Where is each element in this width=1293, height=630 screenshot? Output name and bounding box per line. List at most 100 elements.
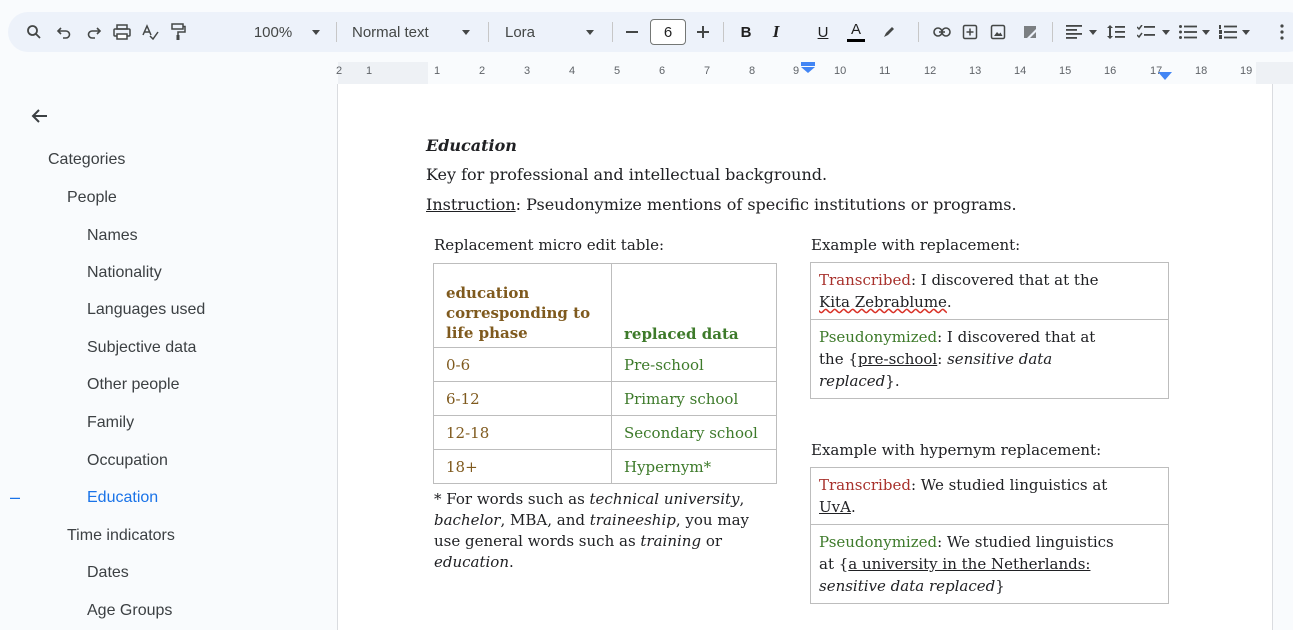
numbered-list-dropdown-icon[interactable] (1240, 12, 1252, 52)
search-icon (27, 25, 41, 39)
highlight-color-button[interactable] (878, 12, 900, 52)
toolbar-separator (336, 22, 337, 42)
back-button[interactable] (30, 106, 54, 130)
table-row: 0-6 Pre-school (433, 347, 777, 382)
table-cell: 0-6 (433, 347, 612, 382)
table-header-row: education corresponding to life phase re… (433, 263, 777, 348)
checklist-icon (1137, 25, 1155, 39)
ruler-number: 8 (749, 65, 756, 77)
line-spacing-icon (1107, 25, 1125, 39)
numbered-list-button[interactable] (1216, 12, 1240, 52)
clear-formatting-button[interactable] (1018, 12, 1042, 52)
ruler-number: 12 (924, 65, 937, 77)
bold-button[interactable]: B (735, 12, 757, 52)
undo-button[interactable] (52, 12, 76, 52)
outline-item-nationality[interactable]: Nationality (87, 264, 162, 282)
example2-pseudonymized: Pseudonymized: We studied linguistics at… (811, 524, 1168, 603)
outline-active-marker: – (10, 487, 21, 507)
insert-link-button[interactable] (930, 12, 954, 52)
ruler-margin-right (1256, 62, 1293, 84)
ruler-number: 9 (793, 65, 800, 77)
ruler-number: 4 (569, 65, 576, 77)
table-row: 6-12 Primary school (433, 381, 777, 416)
search-menus-button[interactable] (22, 12, 46, 52)
footnote-line: bachelor, MBA, and traineeship, you may (434, 511, 749, 529)
underline-button[interactable]: U (812, 12, 834, 52)
outline-item-education[interactable]: Education (87, 489, 158, 507)
outline-item-family[interactable]: Family (87, 414, 134, 432)
example1-name: Kita Zebrablume (819, 293, 947, 311)
link-icon (933, 27, 951, 37)
toolbar: 100% Normal text Lora 6 B I U A (0, 12, 1293, 52)
example2-transcribed: Transcribed: We studied linguistics at U… (819, 476, 1108, 516)
text-color-swatch (847, 39, 865, 42)
style-dropdown-icon[interactable] (459, 12, 473, 52)
numbered-list-icon (1219, 25, 1237, 39)
outline-item-other-people[interactable]: Other people (87, 376, 180, 394)
spelling-check-button[interactable] (138, 12, 162, 52)
outline-item-categories[interactable]: Categories (48, 151, 125, 169)
toolbar-separator (918, 22, 919, 42)
ruler-number: 6 (659, 65, 666, 77)
ruler-number: 11 (879, 65, 891, 77)
instruction-text: : Pseudonymize mentions of specific inst… (515, 195, 1017, 214)
redo-button[interactable] (82, 12, 106, 52)
checklist-button[interactable] (1134, 12, 1158, 52)
arrow-left-icon (31, 109, 47, 123)
toolbar-separator (612, 22, 613, 42)
align-button[interactable] (1062, 12, 1086, 52)
bulleted-list-dropdown-icon[interactable] (1200, 12, 1212, 52)
print-button[interactable] (110, 12, 134, 52)
more-tools-icon[interactable] (1276, 12, 1288, 52)
add-comment-button[interactable] (958, 12, 982, 52)
line-spacing-button[interactable] (1104, 12, 1128, 52)
zoom-dropdown-icon[interactable] (309, 12, 323, 52)
header-replaced-data: replaced data (611, 263, 777, 348)
ruler-number: 19 (1240, 65, 1253, 77)
footnote-line: education. (434, 553, 514, 571)
ruler-number: 18 (1195, 65, 1208, 77)
paint-format-button[interactable] (166, 12, 190, 52)
toolbar-separator (1052, 22, 1053, 42)
italic-button[interactable]: I (765, 12, 787, 52)
font-size-input[interactable]: 6 (650, 19, 686, 45)
decrease-font-size-button[interactable] (622, 12, 642, 52)
outline-item-dates[interactable]: Dates (87, 564, 129, 582)
toolbar-separator (488, 22, 489, 42)
comment-plus-icon (962, 24, 978, 40)
font-dropdown-icon[interactable] (583, 12, 597, 52)
font-select[interactable]: Lora (505, 12, 565, 52)
outline-item-age-groups[interactable]: Age Groups (87, 602, 172, 620)
insert-image-button[interactable] (986, 12, 1010, 52)
example2-caption: Example with hypernym replacement: (811, 441, 1102, 459)
outline-item-subjective-data[interactable]: Subjective data (87, 339, 196, 357)
ruler-number: 2 (336, 65, 343, 77)
right-indent-marker-icon[interactable] (1158, 72, 1172, 80)
ruler-number: 1 (366, 65, 373, 77)
style-select[interactable]: Normal text (352, 12, 447, 52)
example2-name: UvA (819, 498, 851, 516)
ruler-number: 13 (969, 65, 982, 77)
outline-item-occupation[interactable]: Occupation (87, 452, 168, 470)
left-indent-marker-icon[interactable] (800, 62, 816, 74)
font-size-input-wrapper: 6 (649, 12, 687, 52)
ruler-number: 16 (1104, 65, 1117, 77)
table-cell: Primary school (611, 381, 777, 416)
bulleted-list-button[interactable] (1176, 12, 1200, 52)
zoom-value[interactable]: 100% (248, 12, 298, 52)
outline-item-languages-used[interactable]: Languages used (87, 301, 205, 319)
table-cell: 6-12 (433, 381, 612, 416)
increase-font-size-button[interactable] (693, 12, 713, 52)
table-cell: 18+ (433, 449, 612, 484)
table-row: 18+ Hypernym* (433, 449, 777, 484)
checklist-dropdown-icon[interactable] (1160, 12, 1172, 52)
align-dropdown-icon[interactable] (1087, 12, 1099, 52)
outline-item-names[interactable]: Names (87, 227, 138, 245)
horizontal-ruler[interactable]: 2 1 1 2 3 4 5 6 7 8 9 10 11 12 13 14 15 … (336, 62, 1293, 84)
text-color-button[interactable]: A (844, 12, 868, 52)
table-cell: Hypernym* (611, 449, 777, 484)
ruler-number: 7 (704, 65, 711, 77)
outline-item-time-indicators[interactable]: Time indicators (67, 527, 175, 545)
ruler-number: 3 (524, 65, 531, 77)
outline-item-people[interactable]: People (67, 189, 117, 207)
